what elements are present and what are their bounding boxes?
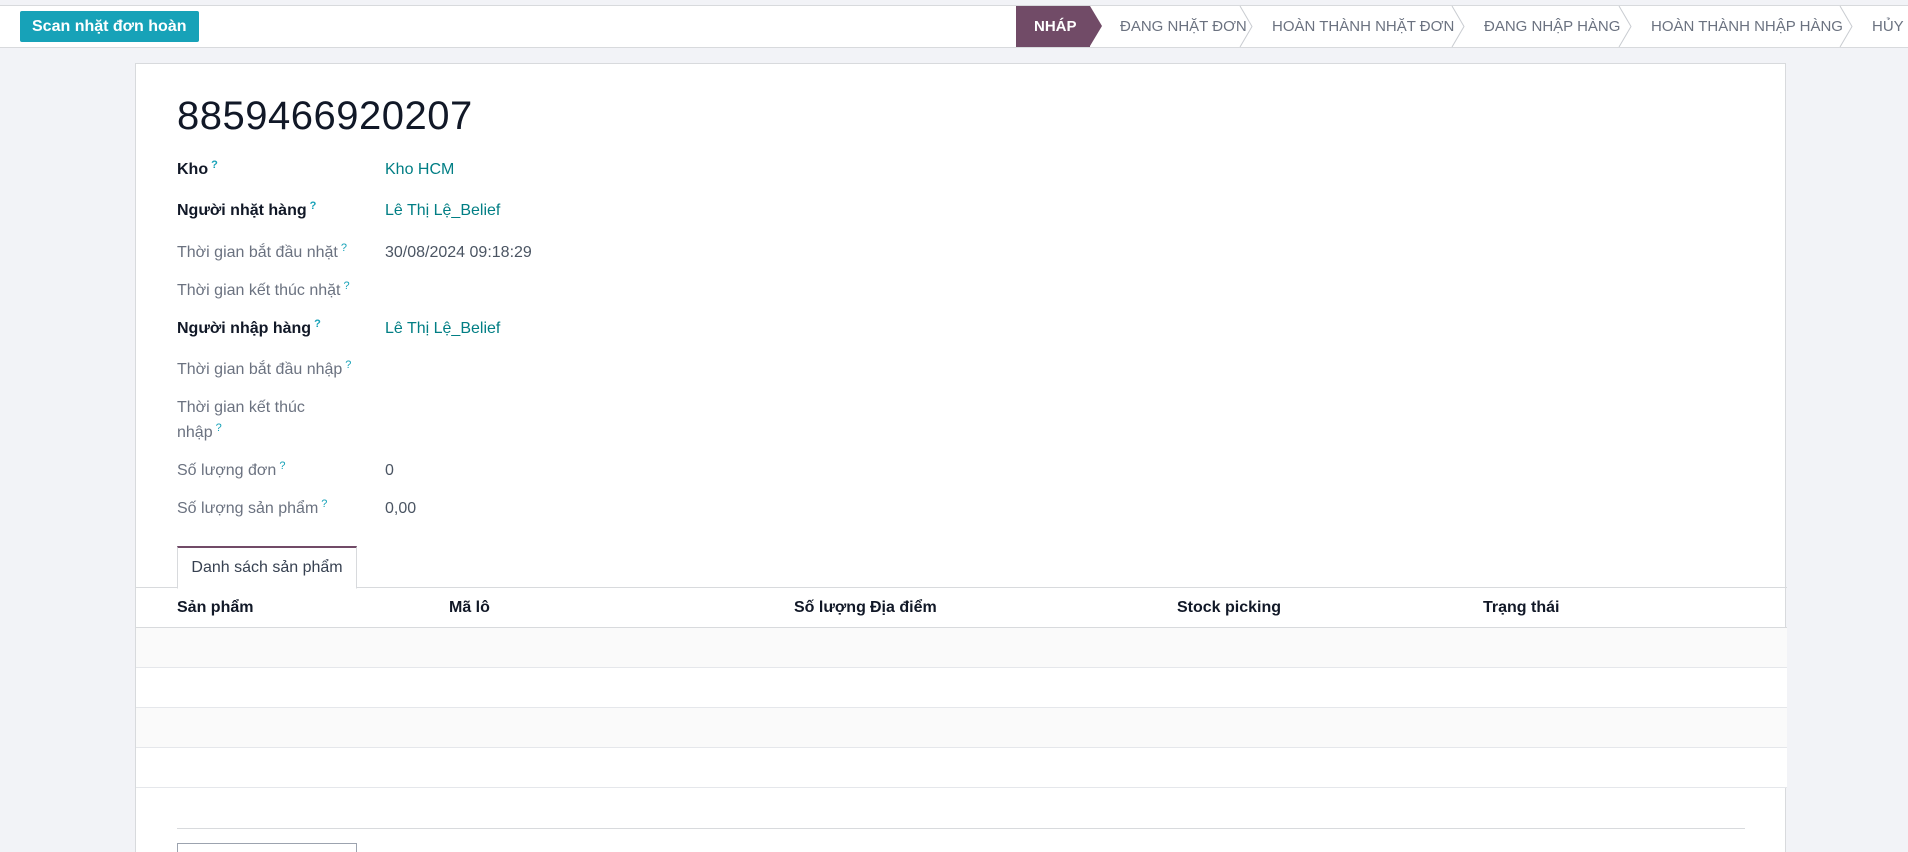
status-step-picking[interactable]: ĐANG NHẶT ĐƠN — [1090, 6, 1253, 47]
help-icon[interactable]: ? — [345, 359, 351, 371]
field-warehouse: Kho? Kho HCM — [177, 157, 737, 182]
help-icon[interactable]: ? — [341, 242, 347, 254]
status-step-label: ĐANG NHẶT ĐƠN — [1120, 18, 1247, 35]
field-label: Thời gian kết thúc nhặt — [177, 282, 341, 299]
control-panel: Scan nhặt đơn hoàn NHÁP ĐANG NHẶT ĐƠN HO… — [0, 5, 1908, 48]
field-label: Người nhặt hàng — [177, 202, 307, 219]
field-label: Kho — [177, 161, 209, 178]
tab-product-list[interactable]: Danh sách sản phẩm — [177, 546, 357, 589]
status-step-label: NHÁP — [1034, 18, 1077, 35]
status-step-receiving-done[interactable]: HOÀN THÀNH NHẬP HÀNG — [1626, 6, 1853, 47]
divider — [177, 828, 1745, 829]
product-qty-value: 0,00 — [385, 500, 417, 517]
status-step-receiving[interactable]: ĐANG NHẬP HÀNG — [1459, 6, 1632, 47]
status-step-picking-done[interactable]: HOÀN THÀNH NHẶT ĐƠN — [1247, 6, 1465, 47]
field-picker: Người nhặt hàng? Lê Thị Lệ_Belief — [177, 198, 737, 223]
field-label: Số lượng sản phẩm — [177, 500, 319, 517]
receiver-value[interactable]: Lê Thị Lệ_Belief — [385, 316, 500, 341]
column-header-lot[interactable]: Mã lô — [449, 588, 490, 628]
help-icon[interactable]: ? — [310, 200, 317, 212]
picker-value[interactable]: Lê Thị Lệ_Belief — [385, 198, 500, 223]
field-product-qty: Số lượng sản phẩm? 0,00 — [177, 496, 737, 521]
column-header-status[interactable]: Trạng thái — [1483, 588, 1559, 628]
help-icon[interactable]: ? — [211, 159, 218, 171]
column-header-quantity[interactable]: Số lượng — [794, 588, 866, 628]
column-header-stock-picking[interactable]: Stock picking — [1177, 588, 1281, 628]
warehouse-value[interactable]: Kho HCM — [385, 157, 454, 182]
field-receive-end-time: Thời gian kết thúc nhập? — [177, 395, 737, 445]
field-label-line1: Thời gian kết thúc — [177, 399, 305, 416]
help-icon[interactable]: ? — [216, 422, 222, 434]
help-icon[interactable]: ? — [321, 498, 327, 510]
form-sheet: 8859466920207 Kho? Kho HCM Người nhặt hà… — [135, 63, 1787, 852]
table-row — [136, 628, 1787, 668]
status-step-label: HỦY — [1872, 18, 1904, 35]
order-count-value: 0 — [385, 462, 394, 479]
chatter-input-box[interactable] — [177, 843, 357, 852]
status-step-label: HOÀN THÀNH NHẶT ĐƠN — [1272, 18, 1455, 35]
table-row — [136, 708, 1787, 748]
field-label: Người nhập hàng — [177, 320, 312, 337]
field-pick-start-time: Thời gian bắt đầu nhặt? 30/08/2024 09:18… — [177, 240, 737, 265]
table-header: Sản phẩm Mã lô Số lượng Địa điểm Stock p… — [136, 588, 1787, 628]
statusbar: NHÁP ĐANG NHẶT ĐƠN HOÀN THÀNH NHẶT ĐƠN Đ… — [1016, 6, 1908, 47]
status-step-label: HOÀN THÀNH NHẬP HÀNG — [1651, 18, 1843, 35]
column-header-location[interactable]: Địa điểm — [870, 588, 937, 628]
field-receive-start-time: Thời gian bắt đầu nhập? — [177, 357, 737, 382]
column-header-product[interactable]: Sản phẩm — [177, 588, 253, 628]
table-row — [136, 748, 1787, 788]
field-label: Thời gian bắt đầu nhập — [177, 361, 343, 378]
help-icon[interactable]: ? — [343, 280, 349, 292]
field-receiver: Người nhập hàng? Lê Thị Lệ_Belief — [177, 316, 737, 341]
scan-return-order-button[interactable]: Scan nhặt đơn hoàn — [20, 11, 199, 42]
table-row — [136, 668, 1787, 708]
help-icon[interactable]: ? — [279, 460, 285, 472]
field-label: Thời gian bắt đầu nhặt — [177, 244, 338, 261]
field-order-count: Số lượng đơn? 0 — [177, 458, 737, 483]
status-step-draft[interactable]: NHÁP — [1016, 6, 1102, 47]
status-step-label: ĐANG NHẬP HÀNG — [1484, 18, 1621, 35]
help-icon[interactable]: ? — [314, 318, 321, 330]
status-step-cancel[interactable]: HỦY — [1847, 6, 1908, 47]
pick-start-time-value: 30/08/2024 09:18:29 — [385, 244, 532, 261]
field-label-line2: nhập — [177, 424, 213, 441]
record-title: 8859466920207 — [177, 94, 473, 138]
field-pick-end-time: Thời gian kết thúc nhặt? — [177, 278, 737, 303]
field-label: Số lượng đơn — [177, 462, 277, 479]
